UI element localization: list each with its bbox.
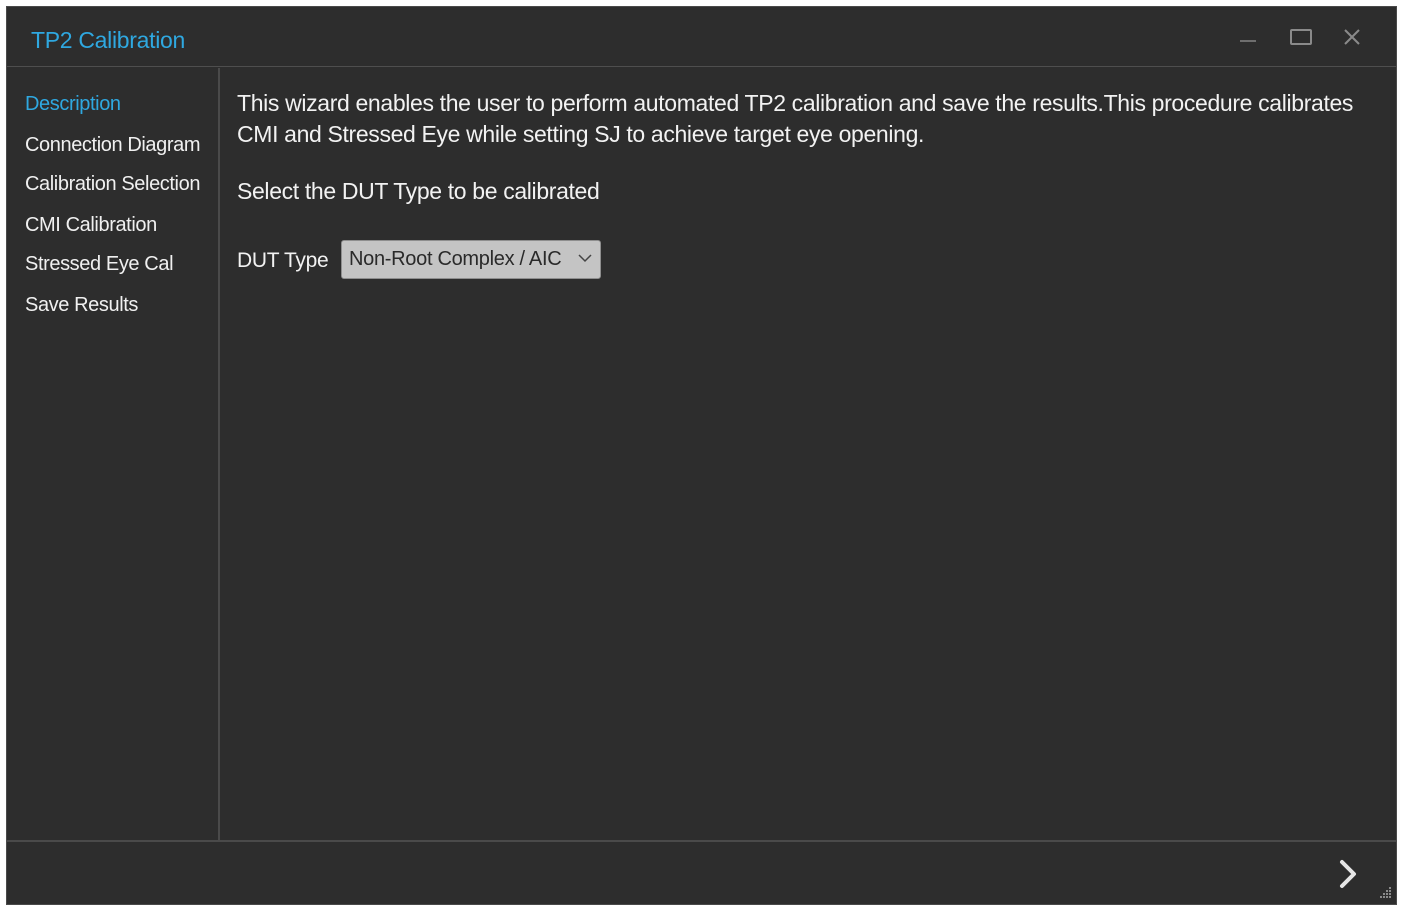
window-title: TP2 Calibration [31,27,186,53]
chevron-right-icon [1340,860,1356,888]
main-content: This wizard enables the user to perform … [222,68,1396,840]
maximize-button[interactable] [1287,25,1315,49]
wizard-footer [7,840,1396,904]
dut-type-label: DUT Type [237,249,329,272]
chevron-down-icon [578,254,592,263]
dut-type-prompt: Select the DUT Type to be calibrated [237,178,600,204]
title-bar: TP2 Calibration [7,7,1396,67]
step-stressed-eye-cal[interactable]: Stressed Eye Cal [25,253,174,276]
step-cmi-calibration[interactable]: CMI Calibration [25,214,157,237]
step-description[interactable]: Description [25,93,121,116]
minimize-button[interactable] [1234,25,1262,49]
maximize-icon [1290,29,1312,45]
next-button[interactable] [1334,856,1362,892]
close-icon [1344,29,1360,45]
wizard-steps-sidebar: Description Connection Diagram Calibrati… [7,68,220,840]
calibration-window: TP2 Calibration Description Connection D… [6,6,1397,905]
step-save-results[interactable]: Save Results [25,294,138,317]
dut-type-dropdown[interactable]: Non-Root Complex / AIC [341,240,601,279]
step-calibration-selection[interactable]: Calibration Selection [25,173,200,196]
step-connection-diagram[interactable]: Connection Diagram [25,134,201,157]
dut-type-selected-value: Non-Root Complex / AIC [349,248,562,270]
close-button[interactable] [1338,25,1366,49]
resize-grip-icon[interactable] [1377,885,1393,901]
minimize-icon [1240,40,1256,42]
wizard-description: This wizard enables the user to perform … [237,90,1354,147]
